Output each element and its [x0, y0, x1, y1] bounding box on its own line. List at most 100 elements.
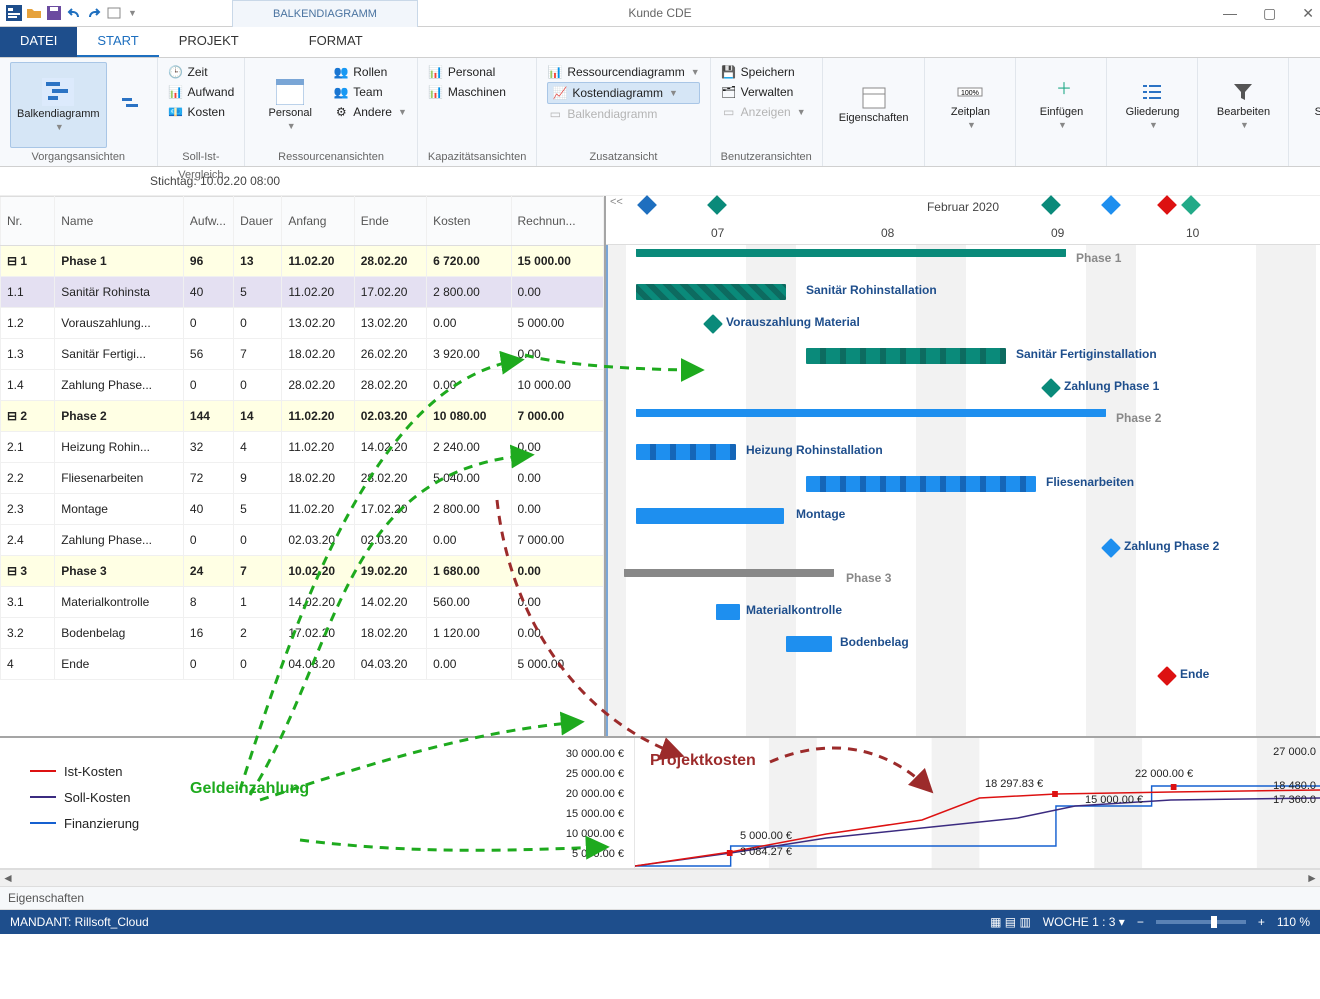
col-header[interactable]: Dauer	[234, 197, 282, 246]
table-row[interactable]: 1.4Zahlung Phase...0028.02.2028.02.200.0…	[1, 370, 604, 401]
status-bar: MANDANT: Rillsoft_Cloud ▦ ▤ ▥ WOCHE 1 : …	[0, 910, 1320, 934]
maschinen-button[interactable]: 📊Maschinen	[428, 82, 506, 102]
col-header[interactable]: Nr.	[1, 197, 55, 246]
minimize-icon[interactable]: —	[1223, 5, 1237, 21]
speichern-button[interactable]: 💾Speichern	[721, 62, 806, 82]
bar-label: Sanitär Rohinstallation	[806, 283, 937, 297]
scroll-left-icon[interactable]: ◄	[0, 870, 16, 886]
group-zusatz: 📊Ressourcendiagramm▼ 📈Kostendiagramm▼ ▭B…	[537, 58, 710, 166]
aufwand-button[interactable]: 📊Aufwand	[168, 82, 235, 102]
tab-datei[interactable]: DATEI	[0, 27, 77, 57]
summary-bar[interactable]	[636, 409, 1106, 417]
milestone-icon[interactable]	[1157, 666, 1177, 686]
undo-icon[interactable]	[66, 5, 82, 21]
bar-label: Vorauszahlung Material	[726, 315, 860, 329]
table-row[interactable]: 1.1Sanitär Rohinsta40511.02.2017.02.202 …	[1, 277, 604, 308]
bar-label: Ende	[1180, 667, 1209, 681]
ribbon-tabs: DATEI START PROJEKT FORMAT	[0, 27, 1320, 58]
quick-access-toolbar: ▼	[0, 5, 137, 21]
table-row[interactable]: 2.2Fliesenarbeiten72918.02.2028.02.205 0…	[1, 463, 604, 494]
tab-format[interactable]: FORMAT	[289, 27, 383, 57]
col-header[interactable]: Rechnun...	[511, 197, 604, 246]
table-row[interactable]: 2.1Heizung Rohin...32411.02.2014.02.202 …	[1, 432, 604, 463]
eigenschaften-button[interactable]: Eigenschaften	[833, 62, 915, 148]
h-scrollbar[interactable]: ◄►	[0, 869, 1320, 886]
col-header[interactable]: Kosten	[427, 197, 511, 246]
tab-start[interactable]: START	[77, 27, 158, 57]
task-bar[interactable]	[806, 348, 1006, 364]
close-icon[interactable]: ✕	[1302, 5, 1314, 22]
eigenschaften-bar[interactable]: Eigenschaften	[0, 886, 1320, 910]
rollen-button[interactable]: 👥Rollen	[333, 62, 407, 82]
table-row[interactable]: ⊟ 2Phase 21441411.02.2002.03.2010 080.00…	[1, 401, 604, 432]
table-row[interactable]: 3.2Bodenbelag16217.02.2018.02.201 120.00…	[1, 618, 604, 649]
summary-bar[interactable]	[636, 249, 1066, 257]
task-bar[interactable]	[636, 284, 786, 300]
table-row[interactable]: 1.2Vorauszahlung...0013.02.2013.02.200.0…	[1, 308, 604, 339]
properties-icon	[861, 86, 887, 110]
zeit-button[interactable]: 🕒Zeit	[168, 62, 235, 82]
table-row[interactable]: ⊟ 3Phase 324710.02.2019.02.201 680.000.0…	[1, 556, 604, 587]
qat-dropdown-icon[interactable]: ▼	[128, 8, 137, 18]
outline-icon	[1139, 80, 1165, 104]
task-bar[interactable]	[716, 604, 740, 620]
redo-icon[interactable]	[86, 5, 102, 21]
table-row[interactable]: 1.3Sanitär Fertigi...56718.02.2026.02.20…	[1, 339, 604, 370]
save-icon[interactable]	[46, 5, 62, 21]
col-header[interactable]: Name	[55, 197, 184, 246]
kosten-button[interactable]: 💶Kosten	[168, 102, 235, 122]
chart-label: 15 000.00 €	[1085, 794, 1143, 806]
task-bar[interactable]	[786, 636, 832, 652]
col-header[interactable]: Anfang	[282, 197, 354, 246]
personal-label: Personal	[269, 107, 312, 119]
zus-balkendiagramm-button[interactable]: ▭Balkendiagramm	[547, 104, 699, 124]
anzeigen-button[interactable]: ▭Anzeigen▼	[721, 102, 806, 122]
milestone-icon[interactable]	[1041, 378, 1061, 398]
status-woche[interactable]: WOCHE 1 : 3 ▾	[1043, 915, 1125, 929]
personal-button[interactable]: Personal▼	[255, 62, 325, 148]
gliederung-button[interactable]: Gliederung▼	[1117, 62, 1187, 148]
table-row[interactable]: ⊟ 1Phase 1961311.02.2028.02.206 720.0015…	[1, 246, 604, 277]
milestone-icon[interactable]	[1101, 538, 1121, 558]
window-icon[interactable]	[106, 5, 122, 21]
status-zoom[interactable]: 110 %	[1277, 915, 1310, 929]
scroll-right-icon[interactable]: ►	[1304, 870, 1320, 886]
andere-button[interactable]: ⚙Andere▼	[333, 102, 407, 122]
table-row[interactable]: 2.3Montage40511.02.2017.02.202 800.000.0…	[1, 494, 604, 525]
einfuegen-button[interactable]: ＋Einfügen▼	[1026, 62, 1096, 148]
col-header[interactable]: Ende	[354, 197, 426, 246]
zoom-slider[interactable]	[1156, 920, 1246, 924]
table-row[interactable]: 2.4Zahlung Phase...0002.03.2002.03.200.0…	[1, 525, 604, 556]
bar-label: Zahlung Phase 1	[1064, 379, 1159, 393]
open-icon[interactable]	[26, 5, 42, 21]
zoom-in-icon[interactable]: +	[1258, 915, 1265, 929]
ressourcendiagramm-button[interactable]: 📊Ressourcendiagramm▼	[547, 62, 699, 82]
zeitplan-button[interactable]: 100%Zeitplan▼	[935, 62, 1005, 148]
bearbeiten-button[interactable]: Bearbeiten▼	[1208, 62, 1278, 148]
milestone-icon[interactable]	[703, 314, 723, 334]
task-table[interactable]: Nr.NameAufw...DauerAnfangEndeKostenRechn…	[0, 196, 606, 736]
gantt-body[interactable]: Phase 1Sanitär RohinstallationVorauszahl…	[606, 245, 1320, 736]
balkendiagramm-button[interactable]: Balkendiagramm▼	[10, 62, 107, 148]
small-gantt-button[interactable]	[115, 62, 147, 148]
task-bar[interactable]	[636, 508, 784, 524]
task-bar[interactable]	[806, 476, 1036, 492]
zoom-out-icon[interactable]: −	[1137, 915, 1144, 929]
task-bar[interactable]	[636, 444, 736, 460]
gantt-chart[interactable]: Februar 2020 07080910 Phase 1Sanitär Roh…	[606, 196, 1320, 736]
verwalten-button[interactable]: 🗂Verwalten	[721, 82, 806, 102]
scrollen-button[interactable]: Scrollen▼	[1299, 62, 1320, 148]
group-kapazitaet: 📊Personal 📊Maschinen Kapazitätsansichten	[418, 58, 537, 166]
col-header[interactable]: Aufw...	[183, 197, 233, 246]
table-row[interactable]: 3.1Materialkontrolle8114.02.2014.02.2056…	[1, 587, 604, 618]
kap-personal-button[interactable]: 📊Personal	[428, 62, 506, 82]
summary-bar[interactable]	[624, 569, 834, 577]
context-tab[interactable]: BALKENDIAGRAMM	[232, 0, 418, 27]
kostendiagramm-button[interactable]: 📈Kostendiagramm▼	[547, 82, 699, 104]
view-icons[interactable]: ▦ ▤ ▥	[990, 915, 1031, 929]
table-row[interactable]: 4Ende0004.03.2004.03.200.005 000.00	[1, 649, 604, 680]
bar-label: Fliesenarbeiten	[1046, 475, 1134, 489]
maximize-icon[interactable]: ▢	[1263, 5, 1276, 22]
team-button[interactable]: 👥Team	[333, 82, 407, 102]
tab-projekt[interactable]: PROJEKT	[159, 27, 259, 57]
